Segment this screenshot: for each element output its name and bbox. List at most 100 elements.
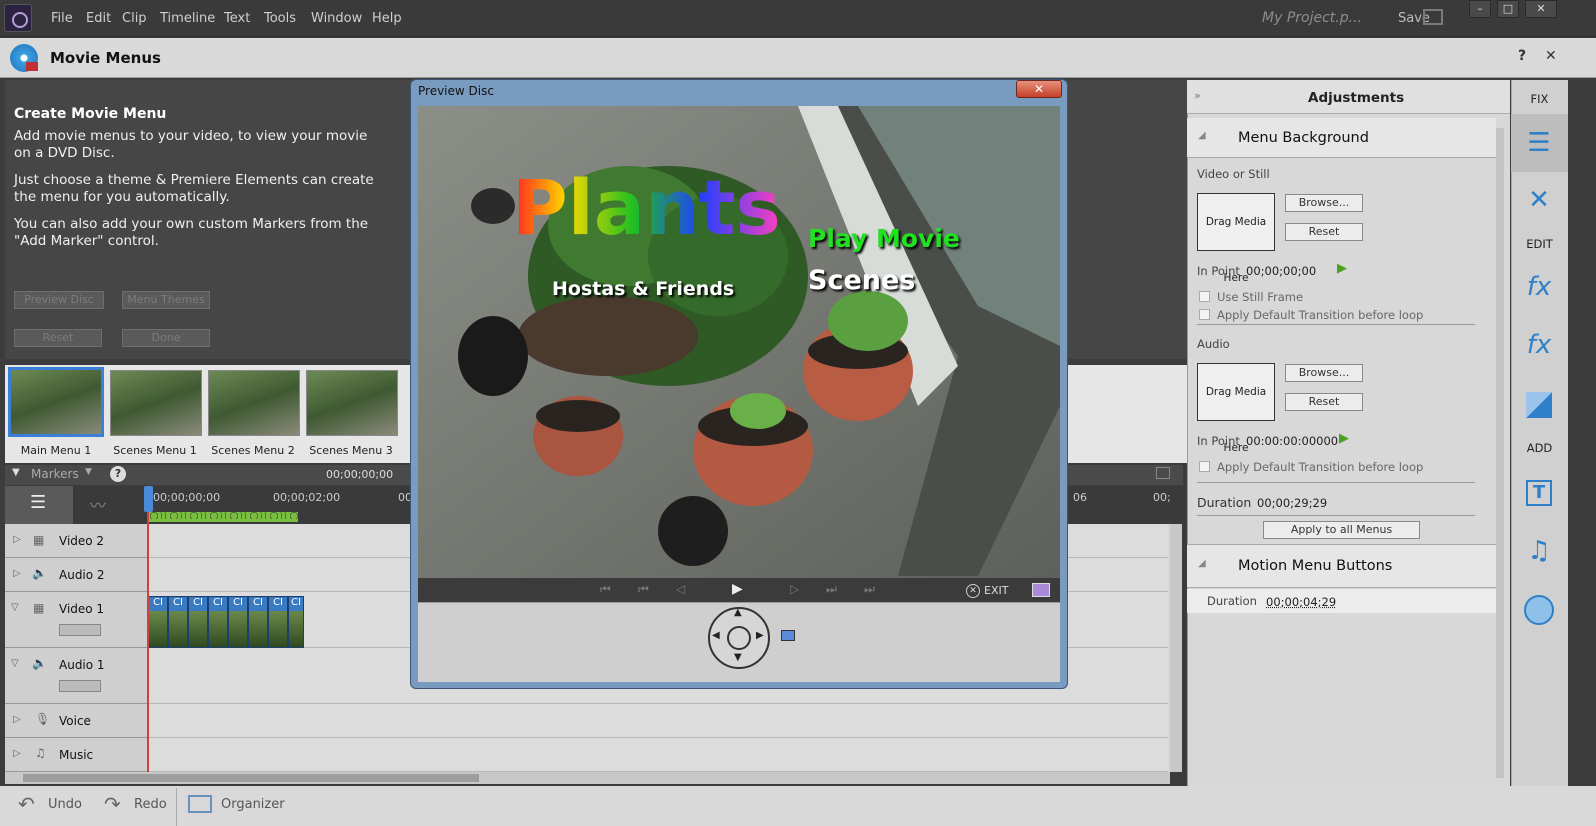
previous-chapter-icon[interactable]: ⏮ xyxy=(638,582,649,597)
video-clip[interactable]: CI xyxy=(168,596,188,648)
menu-help[interactable]: Help xyxy=(372,11,402,26)
last-chapter-icon[interactable]: ⏭ xyxy=(864,582,875,597)
expand-panel-icon[interactable]: » xyxy=(1194,89,1201,102)
menu-text[interactable]: Text xyxy=(224,11,250,26)
menu-thumbnail-scenes-3[interactable] xyxy=(306,370,398,436)
menu-tools[interactable]: Tools xyxy=(264,11,296,26)
exit-icon[interactable]: ✕ xyxy=(966,584,980,598)
play-button-icon[interactable]: ▶ xyxy=(732,581,743,597)
apply-transition-checkbox[interactable] xyxy=(1199,309,1210,320)
collapse-triangle-icon[interactable]: ▼ xyxy=(12,467,20,478)
play-movie-button[interactable]: Play Movie xyxy=(808,224,960,253)
audio-in-point-value[interactable]: 00:00:00:00000 xyxy=(1246,434,1338,448)
organizer-button[interactable]: Organizer xyxy=(221,797,285,812)
next-chapter-icon[interactable]: ⏭ xyxy=(826,582,837,597)
section-collapse-icon[interactable]: ◢ xyxy=(1198,558,1206,569)
scenes-button[interactable]: Scenes xyxy=(808,265,915,296)
audio-drop-zone[interactable]: Drag Media Here xyxy=(1197,363,1275,454)
video-clip[interactable]: CI xyxy=(188,596,208,648)
video-drop-zone[interactable]: Drag Media Here xyxy=(1197,193,1275,284)
video-clip[interactable]: CI xyxy=(208,596,228,648)
menu-thumbnail-main-1[interactable] xyxy=(8,367,104,437)
menu-thumbnail-scenes-1[interactable] xyxy=(110,370,202,436)
video-in-point-value[interactable]: 00;00;00;00 xyxy=(1246,264,1316,278)
done-button[interactable]: Done xyxy=(122,329,210,347)
exit-button[interactable]: EXIT xyxy=(984,584,1008,597)
video-clip[interactable]: CI xyxy=(148,596,168,648)
menu-thumbnail-scenes-2[interactable] xyxy=(208,370,300,436)
menu-file[interactable]: File xyxy=(51,11,73,26)
zoom-fit-icon[interactable] xyxy=(1156,467,1170,479)
track-row-music[interactable] xyxy=(148,738,1168,772)
video-clip[interactable]: CI xyxy=(248,596,268,648)
remote-menu-icon[interactable] xyxy=(781,630,795,641)
tv-display-icon[interactable] xyxy=(1032,583,1050,597)
reset-button[interactable]: Reset xyxy=(14,329,102,347)
music-icon[interactable]: ♫ xyxy=(1522,534,1556,568)
maximize-button[interactable]: □ xyxy=(1497,0,1519,18)
keyframe-controls[interactable] xyxy=(59,680,101,692)
edit-label[interactable]: EDIT xyxy=(1511,237,1568,251)
timeline-horizontal-scrollbar[interactable] xyxy=(5,772,1170,784)
menu-themes-button[interactable]: Menu Themes xyxy=(122,291,210,309)
tools-icon[interactable]: ✕ xyxy=(1522,183,1556,217)
undo-button[interactable]: Undo xyxy=(48,797,82,812)
video-browse-button[interactable]: Browse... xyxy=(1285,194,1363,212)
window-close-button[interactable]: ✕ xyxy=(1525,0,1557,18)
timeline-vertical-scrollbar[interactable] xyxy=(1170,524,1182,772)
remote-enter-button[interactable] xyxy=(727,626,751,650)
transitions-icon[interactable] xyxy=(1526,392,1552,418)
dialog-close-button[interactable]: ✕ xyxy=(1016,80,1062,98)
scrollbar-thumb[interactable] xyxy=(23,774,479,782)
preview-disc-button[interactable]: Preview Disc xyxy=(14,291,104,309)
work-area-bar[interactable] xyxy=(148,519,298,522)
play-icon[interactable]: ▶ xyxy=(1339,431,1349,446)
expand-arrow-icon[interactable]: ▷ xyxy=(13,748,21,759)
expand-arrow-icon[interactable]: ▷ xyxy=(13,714,21,725)
apply-to-all-menus-button[interactable]: Apply to all Menus xyxy=(1263,521,1420,539)
video-clip[interactable]: CI xyxy=(288,596,304,648)
audio-waveform-icon[interactable]: 〰 xyxy=(90,492,106,516)
titles-icon[interactable]: T xyxy=(1526,480,1552,506)
audio-apply-transition-checkbox[interactable] xyxy=(1199,461,1210,472)
panel-close-icon[interactable]: ✕ xyxy=(1545,48,1557,64)
remote-up-arrow-icon[interactable]: ▲ xyxy=(734,607,742,618)
keyframe-controls[interactable] xyxy=(59,624,101,636)
markers-dropdown[interactable]: Markers xyxy=(31,467,79,481)
playhead[interactable] xyxy=(147,486,149,772)
graphics-smiley-icon[interactable] xyxy=(1524,595,1554,625)
playhead-handle[interactable] xyxy=(144,486,153,512)
adjustments-sliders-icon[interactable]: ☰ xyxy=(1522,126,1556,160)
markers-help-icon[interactable]: ? xyxy=(110,466,126,482)
fullscreen-icon[interactable] xyxy=(1423,9,1443,25)
add-label[interactable]: ADD xyxy=(1511,441,1568,455)
remote-left-arrow-icon[interactable]: ◀ xyxy=(712,630,720,641)
menu-window[interactable]: Window xyxy=(311,11,362,26)
duration-value[interactable]: 00;00;29;29 xyxy=(1257,496,1327,510)
undo-icon[interactable]: ↶ xyxy=(18,792,35,816)
app-logo-icon[interactable] xyxy=(4,4,32,32)
menu-clip[interactable]: Clip xyxy=(122,11,147,26)
use-still-frame-checkbox[interactable] xyxy=(1199,291,1210,302)
remote-down-arrow-icon[interactable]: ▼ xyxy=(734,652,742,663)
step-back-icon[interactable]: ◁ xyxy=(676,582,685,596)
expand-arrow-icon[interactable]: ▷ xyxy=(13,568,21,579)
collapse-arrow-icon[interactable]: ▽ xyxy=(11,658,19,669)
redo-icon[interactable]: ↷ xyxy=(104,792,121,816)
video-clip[interactable]: CI xyxy=(268,596,288,648)
help-icon[interactable]: ? xyxy=(1518,48,1526,64)
menu-edit[interactable]: Edit xyxy=(86,11,111,26)
adjustments-scrollbar[interactable] xyxy=(1496,128,1504,778)
motion-duration-value[interactable]: 00;00;04;29 xyxy=(1266,595,1336,609)
minimize-button[interactable]: – xyxy=(1469,0,1491,18)
section-collapse-icon[interactable]: ◢ xyxy=(1198,130,1206,141)
redo-button[interactable]: Redo xyxy=(134,797,167,812)
remote-right-arrow-icon[interactable]: ▶ xyxy=(756,630,764,641)
fix-label[interactable]: FIX xyxy=(1511,92,1568,106)
chevron-down-icon[interactable]: ▼ xyxy=(85,467,92,477)
track-row-voice[interactable] xyxy=(148,704,1168,738)
play-icon[interactable]: ▶ xyxy=(1337,261,1347,276)
first-chapter-icon[interactable]: ⏮ xyxy=(600,582,611,597)
effects-icon[interactable]: fx xyxy=(1522,328,1556,362)
audio-reset-button[interactable]: Reset xyxy=(1285,393,1363,411)
